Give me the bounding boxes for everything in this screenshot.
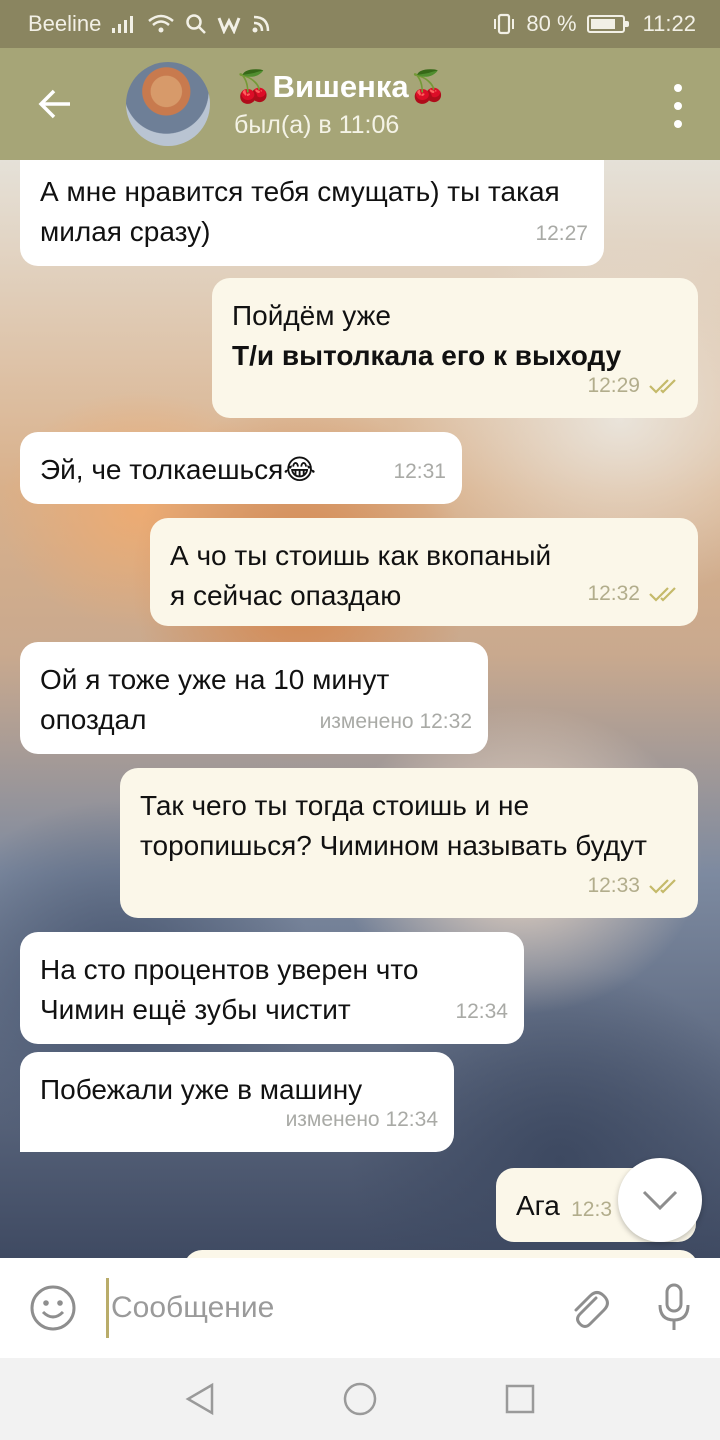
message-bubble[interactable]: Эй, че толкаешься😂 12:31: [20, 432, 462, 504]
nav-home-button[interactable]: [340, 1379, 380, 1419]
message-text: На сто процентов уверен что Чимин ещё зу…: [40, 954, 419, 1025]
message-time: 12:33: [587, 866, 682, 906]
message-text: А чо ты стоишь как вкопаный я сейчас опа…: [170, 540, 552, 611]
system-nav-bar: [0, 1358, 720, 1440]
signal-icon: [111, 14, 137, 34]
message-time: 12:31: [393, 460, 446, 483]
message-bubble[interactable]: А мне нравится тебя смущать) ты такая ми…: [20, 160, 604, 266]
carrier-name: Beeline: [28, 11, 102, 36]
more-vertical-icon: [674, 84, 682, 92]
vibrate-icon: [492, 13, 516, 35]
message-time: 12:3: [571, 1198, 612, 1221]
message-input[interactable]: [106, 1278, 548, 1338]
message-bubble[interactable]: На сто процентов уверен что Чимин ещё зу…: [20, 932, 524, 1044]
rss-icon: [251, 14, 271, 34]
status-time: 11:22: [642, 11, 696, 36]
nav-recents-button[interactable]: [500, 1379, 540, 1419]
double-check-icon: [649, 587, 676, 602]
last-seen-status: был(а) в 11:06: [234, 111, 400, 139]
message-composer: [0, 1258, 720, 1358]
attach-button[interactable]: [548, 1258, 628, 1358]
more-menu-button[interactable]: [666, 84, 690, 128]
emoji-icon: [30, 1285, 76, 1331]
chat-title-block[interactable]: 🍒 Вишенка 🍒 был(а) в 11:06: [234, 68, 447, 140]
circle-home-icon: [343, 1382, 377, 1416]
chevron-down-icon: [642, 1190, 678, 1211]
status-bar: Beeline 80 % 11:22: [0, 0, 720, 48]
cherry-emoji-right: 🍒: [408, 69, 448, 104]
message-text: Так чего ты тогда стоишь и не торопишься…: [140, 790, 647, 861]
message-time: изменено 12:34: [285, 1108, 438, 1131]
search-icon: [185, 13, 207, 35]
paperclip-icon: [574, 1291, 609, 1328]
w-app-icon: [217, 14, 241, 34]
message-time: изменено 12:32: [319, 710, 472, 733]
nav-back-button[interactable]: [180, 1379, 220, 1419]
message-list[interactable]: А мне нравится тебя смущать) ты такая ми…: [0, 160, 720, 1258]
message-bubble[interactable]: А чо ты стоишь как вкопаный я сейчас опа…: [150, 518, 698, 626]
message-time: 12:29: [587, 366, 682, 406]
chat-header: 🍒 Вишенка 🍒 был(а) в 11:06: [0, 48, 720, 160]
message-time: 12:27: [535, 222, 588, 245]
double-check-icon: [649, 379, 676, 394]
microphone-button[interactable]: [628, 1258, 720, 1358]
message-bubble-partial[interactable]: [184, 1250, 698, 1258]
page-title: 🍒 Вишенка 🍒: [234, 68, 447, 105]
square-recents-icon: [505, 1384, 535, 1414]
arrow-left-icon: [38, 89, 70, 119]
microphone-icon: [658, 1283, 690, 1330]
cherry-emoji-left: 🍒: [234, 69, 273, 104]
battery-percent: 80 %: [526, 11, 577, 36]
message-time: 12:32: [587, 574, 682, 614]
message-bubble[interactable]: Пойдём уже Т/и вытолкала его к выходу 12…: [212, 278, 698, 418]
message-bubble[interactable]: Так чего ты тогда стоишь и не торопишься…: [120, 768, 698, 918]
message-bubble[interactable]: Ой я тоже уже на 10 минут опоздал измене…: [20, 642, 488, 754]
avatar[interactable]: [126, 62, 210, 146]
double-check-icon: [649, 879, 676, 894]
message-bubble[interactable]: Побежали уже в машину изменено 12:34: [20, 1052, 454, 1152]
wifi-icon: [147, 13, 175, 35]
message-time: 12:34: [455, 1000, 508, 1023]
message-text: Пойдём уже: [232, 300, 391, 331]
message-text: А мне нравится тебя смущать) ты такая ми…: [40, 176, 560, 247]
back-button[interactable]: [0, 48, 110, 160]
scroll-down-button[interactable]: [618, 1158, 702, 1242]
contact-name: Вишенка: [272, 68, 409, 104]
triangle-back-icon: [185, 1382, 214, 1416]
message-text: Эй, че толкаешься😂: [40, 454, 317, 485]
battery-icon: [586, 15, 629, 33]
emoji-button[interactable]: [0, 1258, 106, 1358]
